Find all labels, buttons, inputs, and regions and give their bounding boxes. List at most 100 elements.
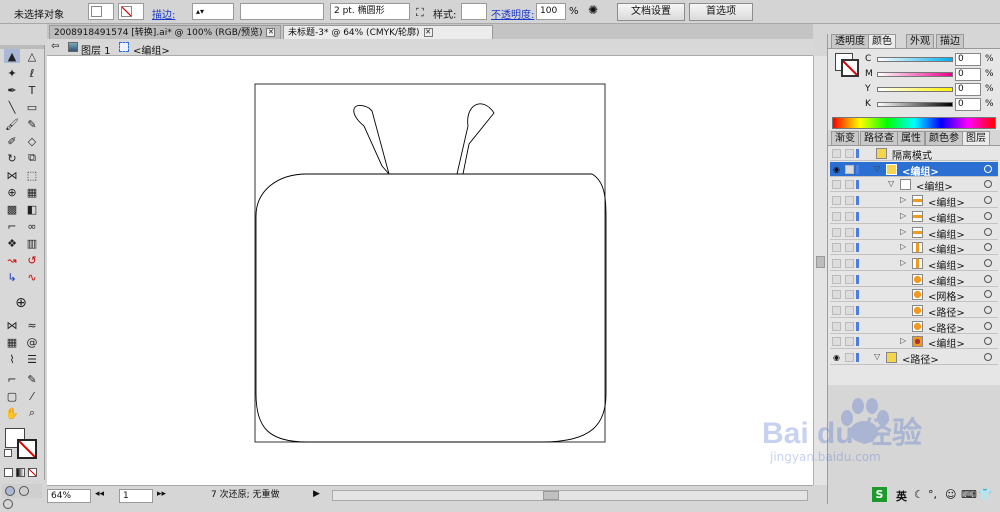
target-circle-icon[interactable] [984,321,992,330]
target-circle-icon[interactable] [984,180,992,189]
lock-toggle-icon[interactable] [845,211,854,221]
lock-toggle-icon[interactable] [845,353,854,363]
expand-arrow-icon[interactable]: ▷ [900,195,906,204]
layer-row[interactable]: ▽ <编组> [830,177,998,193]
type-tool-icon[interactable]: T [24,83,40,97]
layer-row[interactable]: ▷ <编组> [830,193,998,209]
target-circle-icon[interactable] [984,258,992,267]
opacity-input[interactable]: 100 [536,3,566,20]
symbol-sprayer-tool-icon[interactable]: ❖ [4,236,20,250]
warp-tool-icon[interactable]: ↝ [4,253,20,267]
slice-tool-icon[interactable]: ⁄ [24,389,40,403]
target-circle-icon[interactable] [984,353,992,362]
channel-y[interactable]: Y 0 % [862,83,998,97]
color-mode-icon[interactable] [4,468,13,477]
breadcrumb-layer[interactable]: 图层 1 [81,42,111,57]
lock-toggle-icon[interactable] [845,258,854,268]
selection-tool-icon[interactable]: ▲ [4,49,20,63]
lock-toggle-icon[interactable] [845,149,854,158]
layer-row[interactable]: ◉ ▽ <编组> [830,161,998,178]
panel-tab-attributes[interactable]: 属性 [897,131,925,145]
lock-toggle-icon[interactable] [845,274,854,284]
layer-row[interactable]: ▷ <编组> [830,209,998,225]
column-graph-tool-icon[interactable]: ▥ [24,236,40,250]
lock-toggle-icon[interactable] [845,306,854,315]
lock-toggle-icon[interactable] [845,243,854,253]
panel-tab-transparency[interactable]: 透明度 [831,34,869,48]
expand-arrow-icon[interactable]: ▷ [900,242,906,251]
lock-toggle-icon[interactable] [845,337,854,347]
pencil-2-tool-icon[interactable]: ✎ [24,372,40,386]
doc-setup-button[interactable]: 文档设置 [617,3,685,21]
expand-arrow-icon[interactable]: ▽ [874,352,880,361]
paintbrush-tool-icon[interactable]: 🖌 [4,117,20,131]
doc-tab-1[interactable]: 2008918491574 [转换].ai* @ 100% (RGB/预览) ✕ [49,25,281,39]
shape-builder-tool-icon[interactable]: ⊕ [4,185,20,199]
target-circle-icon[interactable] [984,337,992,346]
target-tool-icon[interactable]: ⊕ [13,295,29,311]
lock-toggle-icon[interactable] [845,227,854,237]
visibility-eye-icon[interactable] [832,211,841,221]
channel-m[interactable]: M 0 % [862,68,998,82]
opacity-link[interactable]: 不透明度: [491,6,534,21]
layer-row[interactable]: <路径> [830,319,998,335]
eraser-tool-icon[interactable]: ◇ [24,134,40,148]
shirt-icon[interactable]: 👕 [978,488,992,501]
channel-m-value[interactable]: 0 [955,68,981,81]
panel-tab-gradient[interactable]: 渐变 [831,131,859,145]
canvas[interactable] [47,56,813,485]
pucker-tool-icon[interactable]: ↳ [4,270,20,284]
panel-tab-layers[interactable]: 图层 [962,131,990,145]
rotate-tool-icon[interactable]: ↻ [4,151,20,165]
eyedropper-tool-icon[interactable]: ⌐ [4,219,20,233]
visibility-eye-icon[interactable] [832,337,841,347]
wrinkle-tool-icon[interactable]: ∿ [24,270,40,284]
blend-tool-icon[interactable]: ∞ [24,219,40,233]
layer-row[interactable]: <网格> [830,287,998,303]
channel-k-value[interactable]: 0 [955,98,981,111]
zoom-dropdown[interactable]: 64% [47,489,91,503]
align-tool-icon[interactable]: ☰ [24,352,40,366]
panel-tab-appearance[interactable]: 外观 [906,34,934,48]
wave-tool-icon[interactable]: ≈ [24,318,40,332]
panel-tab-stroke[interactable]: 描边 [936,34,964,48]
blob-brush-tool-icon[interactable]: ✐ [4,134,20,148]
lock-toggle-icon[interactable] [845,164,854,174]
panel-tab-color-guide[interactable]: 颜色参 [925,131,963,145]
punctuation-icon[interactable]: °, [928,488,937,501]
prev-artboard-icon[interactable]: ◂◂ [95,489,104,499]
stroke-link[interactable]: 描边: [152,6,175,21]
emoji-icon[interactable]: ☺ [945,488,956,501]
target-circle-icon[interactable] [984,211,992,220]
perspective-grid-tool-icon[interactable]: ▦ [24,185,40,199]
expand-arrow-icon[interactable]: ▷ [900,258,906,267]
stroke-weight-stepper[interactable]: ▴▾ [192,3,234,20]
next-artboard-icon[interactable]: ▸▸ [157,489,166,499]
twirl-tool-icon[interactable]: ↺ [24,253,40,267]
back-arrow-icon[interactable]: ⇦ [51,41,59,52]
expand-arrow-icon[interactable]: ▷ [900,336,906,345]
preferences-button[interactable]: 首选项 [689,3,753,21]
layer-row[interactable]: ▷ <编组> [830,240,998,256]
stroke-swatch[interactable] [841,59,859,77]
breadcrumb-group[interactable]: <编组> [133,42,170,57]
hand-tool-icon[interactable]: ✋ [4,406,20,420]
rectangle-tool-icon[interactable]: ▭ [24,100,40,114]
scale-tool-icon[interactable]: ⧉ [24,151,40,165]
channel-y-value[interactable]: 0 [955,83,981,96]
keyboard-icon[interactable]: ⌨ [961,488,977,501]
target-circle-icon[interactable] [984,290,992,299]
expand-arrow-icon[interactable]: ▷ [900,211,906,220]
expand-arrow-icon[interactable]: ▽ [888,179,894,188]
channel-c[interactable]: C 0 % [862,53,998,67]
target-circle-icon[interactable] [984,306,992,314]
envelope-tool-icon[interactable]: ⋈ [4,318,20,332]
stroke-swatch-dropdown[interactable] [118,3,144,20]
horizontal-scrollbar[interactable] [332,490,808,501]
default-colors-icon[interactable] [4,449,12,457]
visibility-eye-icon[interactable] [832,321,841,331]
visibility-eye-icon[interactable] [832,290,841,300]
status-menu-arrow-icon[interactable]: ▶ [313,489,320,499]
ime-language[interactable]: 英 [896,488,907,504]
layer-row[interactable]: <编组> [830,272,998,288]
